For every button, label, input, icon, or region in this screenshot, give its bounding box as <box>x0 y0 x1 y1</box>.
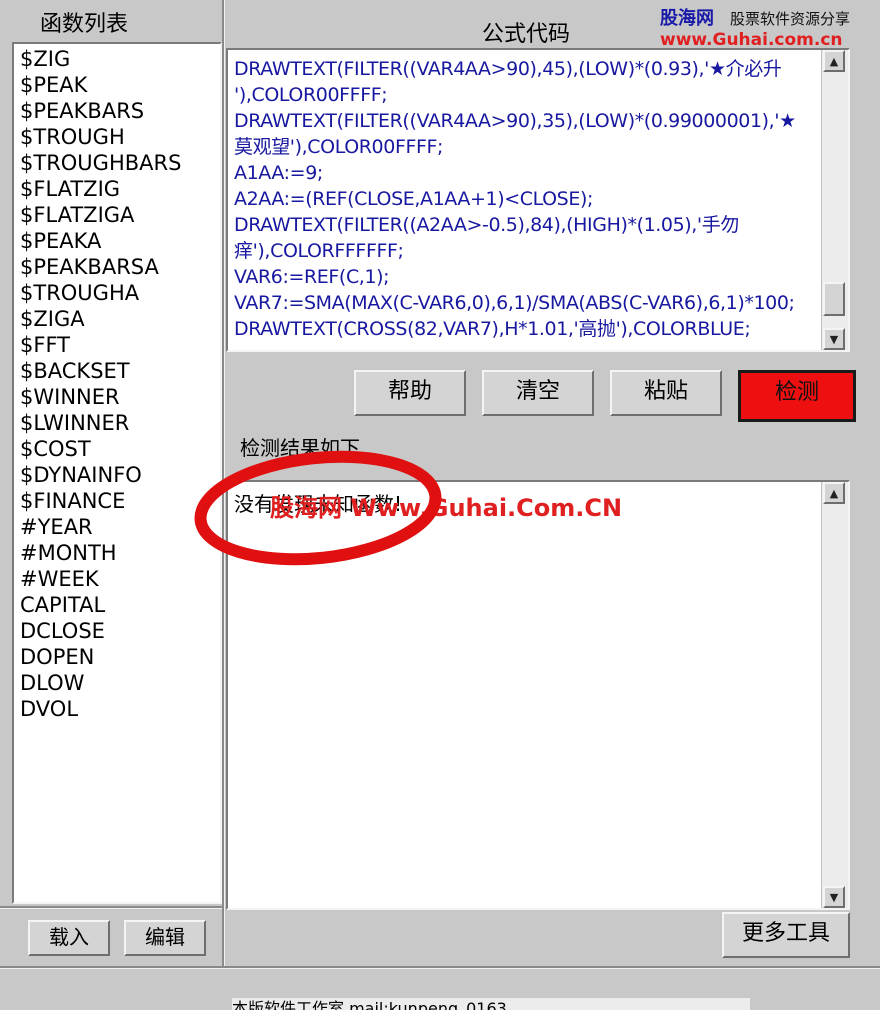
code-line: DRAWTEXT(FILTER((VAR4AA>90),35),(LOW)*(0… <box>234 110 796 132</box>
code-line: 痒'),COLORFFFFFF; <box>234 240 404 262</box>
formula-code-editor[interactable]: DRAWTEXT(FILTER((VAR4AA>90),45),(LOW)*(0… <box>226 48 850 352</box>
function-list-item[interactable]: $WINNER <box>20 384 220 410</box>
highlight-ellipse-shape <box>194 450 442 566</box>
clear-button[interactable]: 清空 <box>482 370 594 416</box>
edit-button[interactable]: 编辑 <box>124 920 206 956</box>
function-list-item[interactable]: DVOL <box>20 696 220 722</box>
check-button[interactable]: 检测 <box>738 370 856 422</box>
function-list-item[interactable]: DLOW <box>20 670 220 696</box>
watermark-logo: 股海网 股票软件资源分享 www.Guhai.com.cn <box>660 4 880 52</box>
help-button[interactable]: 帮助 <box>354 370 466 416</box>
watermark-brand: 股海网 <box>660 8 714 29</box>
load-button[interactable]: 载入 <box>28 920 110 956</box>
function-list-item[interactable]: CAPITAL <box>20 592 220 618</box>
function-list-item[interactable]: DCLOSE <box>20 618 220 644</box>
function-list-item[interactable]: $ZIG <box>20 46 220 72</box>
watermark-slogan: 股票软件资源分享 <box>730 10 851 28</box>
function-list-item[interactable]: $TROUGHA <box>20 280 220 306</box>
function-list-item[interactable]: $TROUGH <box>20 124 220 150</box>
formula-code-title: 公式代码 <box>482 22 571 47</box>
function-list-item[interactable]: $PEAKBARS <box>20 98 220 124</box>
more-tools-button[interactable]: 更多工具 <box>722 912 850 958</box>
function-list-item[interactable]: $FLATZIGA <box>20 202 220 228</box>
function-list-item[interactable]: $BACKSET <box>20 358 220 384</box>
scroll-down-button[interactable]: ▼ <box>823 328 845 350</box>
function-list-item[interactable]: $FFT <box>20 332 220 358</box>
code-line: DRAWTEXT(FILTER((A2AA>-0.5),84),(HIGH)*(… <box>234 214 739 236</box>
function-list-item[interactable]: $LWINNER <box>20 410 220 436</box>
arrow-up-icon: ▲ <box>829 487 839 500</box>
code-line: A2AA:=(REF(CLOSE,A1AA+1)<CLOSE); <box>234 188 593 210</box>
arrow-down-icon: ▼ <box>829 891 839 904</box>
code-lines: DRAWTEXT(FILTER((VAR4AA>90),45),(LOW)*(0… <box>234 56 824 342</box>
function-list-item[interactable]: $FLATZIG <box>20 176 220 202</box>
arrow-up-icon: ▲ <box>829 55 839 68</box>
code-scrollbar[interactable]: ▲ ▼ <box>821 50 848 350</box>
function-list-item[interactable]: $PEAKBARSA <box>20 254 220 280</box>
code-line: 莫观望'),COLOR00FFFF; <box>234 136 444 158</box>
function-list-item[interactable]: DOPEN <box>20 644 220 670</box>
function-list-item[interactable]: $PEAKA <box>20 228 220 254</box>
code-line: '),COLOR00FFFF; <box>234 84 388 106</box>
code-line: DRAWTEXT(CROSS(82,VAR7),H*1.01,'高抛'),COL… <box>234 318 751 340</box>
code-line: A1AA:=9; <box>234 162 323 184</box>
watermark-url: www.Guhai.com.cn <box>660 30 843 50</box>
scroll-thumb[interactable] <box>823 282 845 316</box>
status-bar: 本版软件工作室 mail:kunpeng_0163 <box>232 998 750 1010</box>
function-list-title: 函数列表 <box>40 12 129 37</box>
scroll-up-button[interactable]: ▲ <box>823 50 845 72</box>
arrow-down-icon: ▼ <box>829 333 839 346</box>
code-line: DRAWTEXT(FILTER((VAR4AA>90),45),(LOW)*(0… <box>234 58 782 80</box>
bottom-divider <box>0 966 880 969</box>
paste-button[interactable]: 粘贴 <box>610 370 722 416</box>
result-scrollbar[interactable]: ▲ ▼ <box>821 482 848 908</box>
function-list-item[interactable]: $TROUGHBARS <box>20 150 220 176</box>
left-footer-divider <box>0 906 222 909</box>
scroll-up-button[interactable]: ▲ <box>823 482 845 504</box>
code-line: VAR6:=REF(C,1); <box>234 266 390 288</box>
highlight-ellipse <box>194 450 442 566</box>
scroll-down-button[interactable]: ▼ <box>823 886 845 908</box>
code-line: VAR7:=SMA(MAX(C-VAR6,0),6,1)/SMA(ABS(C-V… <box>234 292 795 314</box>
function-list-item[interactable]: $ZIGA <box>20 306 220 332</box>
function-list-item[interactable]: $PEAK <box>20 72 220 98</box>
